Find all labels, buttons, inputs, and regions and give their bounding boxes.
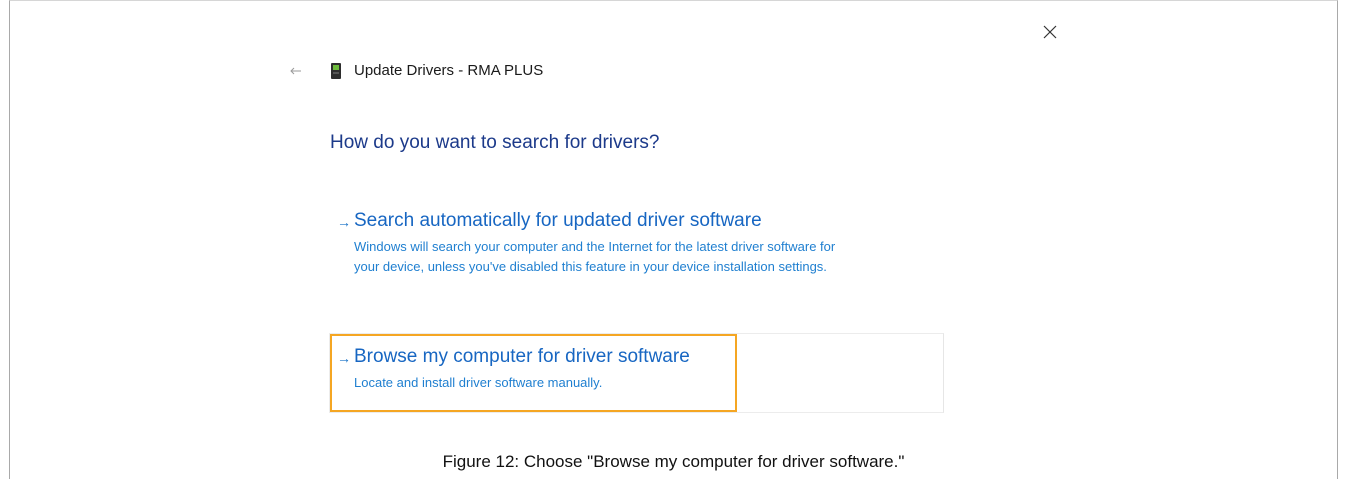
figure-caption: Figure 12: Choose "Browse my computer fo… (442, 452, 905, 471)
page-heading: How do you want to search for drivers? (330, 132, 660, 153)
arrow-right-icon: → (337, 350, 351, 366)
close-icon[interactable] (1040, 22, 1060, 42)
option-title: Search automatically for updated driver … (354, 210, 762, 231)
arrow-right-icon: → (337, 214, 351, 230)
back-arrow-icon[interactable] (288, 63, 304, 79)
dialog-title: Update Drivers - RMA PLUS (354, 62, 544, 79)
option-description: Windows will search your computer and th… (354, 239, 836, 254)
option-description: Locate and install driver software manua… (354, 375, 603, 390)
browse-my-computer-option[interactable]: → Browse my computer for driver software… (330, 334, 737, 412)
option-description: your device, unless you've disabled this… (354, 259, 827, 274)
search-automatically-option[interactable]: → Search automatically for updated drive… (330, 205, 944, 285)
device-icon (331, 63, 341, 79)
option-title: Browse my computer for driver software (354, 346, 690, 367)
